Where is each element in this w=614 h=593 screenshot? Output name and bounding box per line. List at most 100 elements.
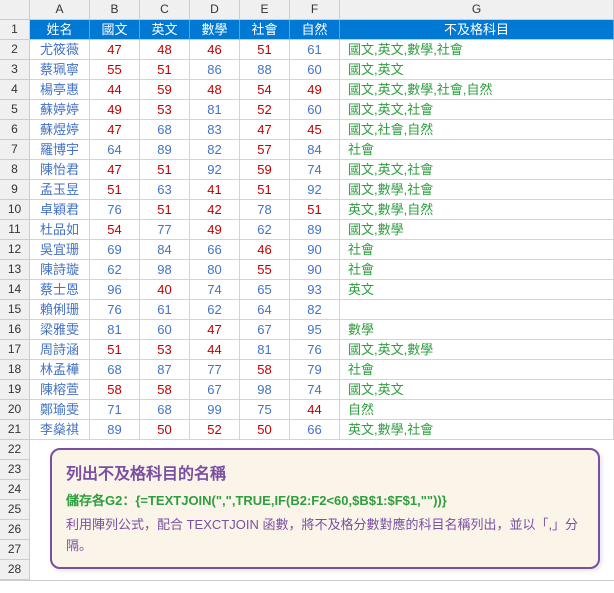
cell-fail-subjects[interactable]: 自然 — [340, 400, 614, 420]
cell-name[interactable]: 卓穎君 — [30, 200, 90, 220]
cell-score[interactable]: 80 — [190, 260, 240, 280]
cell-name[interactable]: 蘇婷婷 — [30, 100, 90, 120]
row-header[interactable]: 25 — [0, 500, 30, 520]
cell-score[interactable]: 92 — [190, 160, 240, 180]
cell-score[interactable]: 47 — [90, 40, 140, 60]
row-header[interactable]: 14 — [0, 280, 30, 300]
row-header[interactable]: 15 — [0, 300, 30, 320]
cell-score[interactable]: 83 — [190, 120, 240, 140]
cell-fail-subjects[interactable]: 國文,數學,社會 — [340, 180, 614, 200]
cell-score[interactable]: 51 — [140, 60, 190, 80]
cell-fail-subjects[interactable]: 英文,數學,自然 — [340, 200, 614, 220]
cell-score[interactable]: 42 — [190, 200, 240, 220]
cell-score[interactable]: 67 — [240, 320, 290, 340]
cell-score[interactable]: 47 — [190, 320, 240, 340]
cell-score[interactable]: 74 — [190, 280, 240, 300]
cell-score[interactable]: 81 — [190, 100, 240, 120]
cell-score[interactable]: 74 — [290, 160, 340, 180]
cell-score[interactable]: 71 — [90, 400, 140, 420]
cell-score[interactable]: 44 — [90, 80, 140, 100]
row-header[interactable]: 8 — [0, 160, 30, 180]
cell-score[interactable]: 49 — [90, 100, 140, 120]
header-chinese[interactable]: 國文 — [90, 20, 140, 40]
cell-score[interactable]: 89 — [290, 220, 340, 240]
row-header[interactable]: 12 — [0, 240, 30, 260]
cell-name[interactable]: 陳怡君 — [30, 160, 90, 180]
cell-score[interactable]: 68 — [90, 360, 140, 380]
row-header[interactable]: 24 — [0, 480, 30, 500]
row-header[interactable]: 28 — [0, 560, 30, 580]
cell-score[interactable]: 58 — [90, 380, 140, 400]
cell-fail-subjects[interactable]: 國文,英文,數學,社會,自然 — [340, 80, 614, 100]
cell-name[interactable]: 吳宜珊 — [30, 240, 90, 260]
cell-score[interactable]: 58 — [240, 360, 290, 380]
row-header[interactable]: 27 — [0, 540, 30, 560]
cell-score[interactable]: 60 — [140, 320, 190, 340]
cell-score[interactable]: 77 — [140, 220, 190, 240]
cell-fail-subjects[interactable]: 社會 — [340, 240, 614, 260]
cell-score[interactable]: 82 — [190, 140, 240, 160]
cell-score[interactable]: 50 — [240, 420, 290, 440]
cell-score[interactable]: 60 — [290, 100, 340, 120]
cell-name[interactable]: 孟玉昱 — [30, 180, 90, 200]
cell-score[interactable]: 87 — [140, 360, 190, 380]
cell-score[interactable]: 61 — [290, 40, 340, 60]
cell-score[interactable]: 69 — [90, 240, 140, 260]
cell-fail-subjects[interactable] — [340, 300, 614, 320]
cell-name[interactable]: 蔡珮寧 — [30, 60, 90, 80]
cell-score[interactable]: 52 — [190, 420, 240, 440]
cell-score[interactable]: 49 — [190, 220, 240, 240]
cell-fail-subjects[interactable]: 國文,英文 — [340, 60, 614, 80]
row-header[interactable]: 9 — [0, 180, 30, 200]
cell-score[interactable]: 55 — [240, 260, 290, 280]
cell-score[interactable]: 63 — [140, 180, 190, 200]
cell-score[interactable]: 98 — [140, 260, 190, 280]
cell-score[interactable]: 82 — [290, 300, 340, 320]
cell-name[interactable]: 鄭瑜雯 — [30, 400, 90, 420]
cell-fail-subjects[interactable]: 社會 — [340, 360, 614, 380]
cell-score[interactable]: 47 — [90, 120, 140, 140]
row-header[interactable]: 11 — [0, 220, 30, 240]
cell-name[interactable]: 陳榕萱 — [30, 380, 90, 400]
cell-score[interactable]: 62 — [240, 220, 290, 240]
cell-score[interactable]: 61 — [140, 300, 190, 320]
header-english[interactable]: 英文 — [140, 20, 190, 40]
cell-score[interactable]: 95 — [290, 320, 340, 340]
row-header[interactable]: 13 — [0, 260, 30, 280]
cell-score[interactable]: 46 — [240, 240, 290, 260]
cell-score[interactable]: 76 — [290, 340, 340, 360]
cell-name[interactable]: 陳詩璇 — [30, 260, 90, 280]
row-header[interactable]: 19 — [0, 380, 30, 400]
row-header[interactable]: 10 — [0, 200, 30, 220]
row-header[interactable]: 17 — [0, 340, 30, 360]
cell-score[interactable]: 89 — [90, 420, 140, 440]
row-header[interactable]: 6 — [0, 120, 30, 140]
cell-score[interactable]: 50 — [140, 420, 190, 440]
header-social[interactable]: 社會 — [240, 20, 290, 40]
cell-name[interactable]: 楊亭惠 — [30, 80, 90, 100]
cell-score[interactable]: 96 — [90, 280, 140, 300]
cell-name[interactable]: 梁雅雯 — [30, 320, 90, 340]
cell-score[interactable]: 62 — [190, 300, 240, 320]
row-header[interactable]: 4 — [0, 80, 30, 100]
cell-score[interactable]: 51 — [140, 200, 190, 220]
cell-score[interactable]: 47 — [240, 120, 290, 140]
col-header-G[interactable]: G — [340, 0, 614, 20]
row-header[interactable]: 23 — [0, 460, 30, 480]
cell-fail-subjects[interactable]: 國文,英文,數學,社會 — [340, 40, 614, 60]
cell-score[interactable]: 58 — [140, 380, 190, 400]
cell-score[interactable]: 44 — [290, 400, 340, 420]
col-header-F[interactable]: F — [290, 0, 340, 20]
cell-score[interactable]: 46 — [190, 40, 240, 60]
row-header[interactable]: 26 — [0, 520, 30, 540]
cell-score[interactable]: 48 — [140, 40, 190, 60]
cell-fail-subjects[interactable]: 英文 — [340, 280, 614, 300]
cell-fail-subjects[interactable]: 國文,數學 — [340, 220, 614, 240]
cell-score[interactable]: 78 — [240, 200, 290, 220]
cell-score[interactable]: 81 — [240, 340, 290, 360]
cell-score[interactable]: 44 — [190, 340, 240, 360]
cell-score[interactable]: 60 — [290, 60, 340, 80]
cell-score[interactable]: 51 — [140, 160, 190, 180]
row-header[interactable]: 20 — [0, 400, 30, 420]
cell-fail-subjects[interactable]: 英文,數學,社會 — [340, 420, 614, 440]
